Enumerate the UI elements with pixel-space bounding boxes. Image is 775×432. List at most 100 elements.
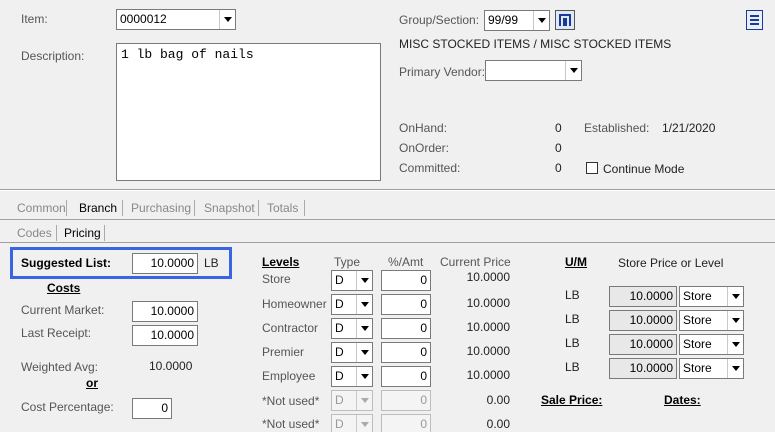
cost-percentage-label: Cost Percentage: bbox=[21, 400, 114, 414]
um-level-value: Store bbox=[683, 361, 712, 375]
chevron-down-icon[interactable] bbox=[727, 359, 743, 378]
description-label: Description: bbox=[21, 49, 85, 63]
chevron-down-icon[interactable] bbox=[356, 367, 372, 386]
item-dropdown[interactable]: 0000012 bbox=[116, 9, 236, 30]
chevron-down-icon[interactable] bbox=[727, 311, 743, 330]
level-type-dropdown[interactable]: D bbox=[331, 414, 373, 432]
tab-totals[interactable]: Totals bbox=[267, 201, 298, 215]
subtab-codes[interactable]: Codes bbox=[17, 226, 52, 240]
tab-separator bbox=[122, 200, 123, 216]
current-price-header: Current Price bbox=[440, 255, 511, 269]
um-price-input[interactable]: 10.0000 bbox=[609, 334, 677, 355]
chevron-down-icon[interactable] bbox=[356, 391, 372, 410]
chevron-down-icon[interactable] bbox=[356, 415, 372, 432]
level-name: *Not used* bbox=[262, 417, 320, 431]
tab-branch[interactable]: Branch bbox=[79, 201, 117, 215]
chevron-down-icon[interactable] bbox=[727, 287, 743, 306]
um-level-dropdown[interactable]: Store bbox=[679, 334, 744, 355]
chevron-down-icon[interactable] bbox=[356, 343, 372, 362]
level-type-dropdown[interactable]: D bbox=[331, 390, 373, 411]
suggested-list-input[interactable]: 10.0000 bbox=[132, 253, 198, 274]
levels-header: Levels bbox=[262, 255, 300, 269]
level-current-price: 10.0000 bbox=[466, 368, 510, 382]
level-amt-input[interactable]: 0 bbox=[381, 414, 431, 432]
committed-value: 0 bbox=[555, 161, 562, 175]
level-current-price: 10.0000 bbox=[466, 270, 510, 284]
um-unit: LB bbox=[565, 288, 580, 302]
type-header: Type bbox=[334, 255, 361, 269]
um-level-dropdown[interactable]: Store bbox=[679, 310, 744, 331]
um-unit: LB bbox=[565, 336, 580, 350]
level-amt-input[interactable]: 0 bbox=[381, 270, 431, 291]
um-price-input[interactable]: 10.0000 bbox=[609, 286, 677, 307]
costs-heading: Costs bbox=[47, 281, 81, 295]
level-amt-input[interactable]: 0 bbox=[381, 390, 431, 411]
onhand-label: OnHand: bbox=[399, 121, 448, 135]
last-receipt-input[interactable]: 10.0000 bbox=[132, 325, 198, 346]
um-level-dropdown[interactable]: Store bbox=[679, 286, 744, 307]
level-amt-input[interactable]: 0 bbox=[381, 342, 431, 363]
chevron-down-icon[interactable] bbox=[727, 335, 743, 354]
group-section-text: MISC STOCKED ITEMS / MISC STOCKED ITEMS bbox=[399, 37, 672, 51]
level-type-dropdown[interactable]: D bbox=[331, 342, 373, 363]
level-type-value: D bbox=[335, 393, 344, 407]
onhand-value: 0 bbox=[555, 121, 562, 135]
um-level-value: Store bbox=[683, 313, 712, 327]
level-type-value: D bbox=[335, 273, 344, 287]
chevron-down-icon[interactable] bbox=[356, 271, 372, 290]
level-current-price: 10.0000 bbox=[466, 320, 510, 334]
level-amt-input[interactable]: 0 bbox=[381, 294, 431, 315]
chevron-down-icon[interactable] bbox=[356, 319, 372, 338]
subtab-strip-line bbox=[0, 242, 775, 243]
level-name: Premier bbox=[262, 345, 305, 359]
chevron-down-icon[interactable] bbox=[533, 11, 549, 30]
description-textarea[interactable]: 1 lb bag of nails bbox=[116, 43, 381, 181]
cost-percentage-input[interactable]: 0 bbox=[132, 398, 172, 419]
chevron-down-icon[interactable] bbox=[356, 295, 372, 314]
lookup-button[interactable] bbox=[555, 10, 575, 30]
tab-separator bbox=[56, 225, 57, 241]
tab-separator bbox=[104, 225, 105, 241]
level-type-dropdown[interactable]: D bbox=[331, 318, 373, 339]
chevron-down-icon[interactable] bbox=[219, 10, 235, 29]
group-section-dropdown[interactable]: 99/99 bbox=[484, 10, 550, 31]
level-amt-input[interactable]: 0 bbox=[381, 366, 431, 387]
level-type-dropdown[interactable]: D bbox=[331, 294, 373, 315]
level-name: Employee bbox=[262, 369, 316, 383]
current-market-label: Current Market: bbox=[21, 303, 105, 317]
last-receipt-label: Last Receipt: bbox=[21, 326, 92, 340]
um-price-input[interactable]: 10.0000 bbox=[609, 358, 677, 379]
tab-common[interactable]: Common bbox=[17, 201, 66, 215]
suggested-list-label: Suggested List: bbox=[21, 256, 112, 270]
level-type-dropdown[interactable]: D bbox=[331, 366, 373, 387]
primary-vendor-dropdown[interactable] bbox=[485, 60, 582, 81]
tab-strip-line bbox=[0, 219, 775, 220]
lookup-icon-arrow bbox=[563, 18, 567, 26]
tab-separator bbox=[258, 200, 259, 216]
committed-label: Committed: bbox=[399, 161, 461, 175]
level-current-price: 0.00 bbox=[486, 417, 510, 431]
um-level-value: Store bbox=[683, 289, 712, 303]
chevron-down-icon[interactable] bbox=[565, 61, 581, 80]
established-label: Established: bbox=[584, 121, 650, 135]
tab-snapshot[interactable]: Snapshot bbox=[204, 201, 255, 215]
suggested-list-unit: LB bbox=[204, 256, 219, 270]
tab-separator bbox=[66, 200, 67, 216]
dates-label: Dates: bbox=[664, 393, 701, 407]
current-market-input[interactable]: 10.0000 bbox=[132, 301, 198, 322]
item-value: 0000012 bbox=[120, 12, 167, 26]
established-value: 1/21/2020 bbox=[662, 121, 716, 135]
level-type-value: D bbox=[335, 297, 344, 311]
um-level-dropdown[interactable]: Store bbox=[679, 358, 744, 379]
level-type-value: D bbox=[335, 369, 344, 383]
um-unit: LB bbox=[565, 360, 580, 374]
tab-purchasing[interactable]: Purchasing bbox=[131, 201, 191, 215]
level-name: Store bbox=[262, 272, 291, 286]
level-type-dropdown[interactable]: D bbox=[331, 270, 373, 291]
level-amt-input[interactable]: 0 bbox=[381, 318, 431, 339]
hamburger-menu-icon[interactable] bbox=[746, 10, 763, 30]
continue-mode-checkbox[interactable] bbox=[586, 162, 598, 174]
um-price-input[interactable]: 10.0000 bbox=[609, 310, 677, 331]
subtab-pricing[interactable]: Pricing bbox=[64, 226, 101, 240]
header-divider bbox=[0, 189, 775, 191]
